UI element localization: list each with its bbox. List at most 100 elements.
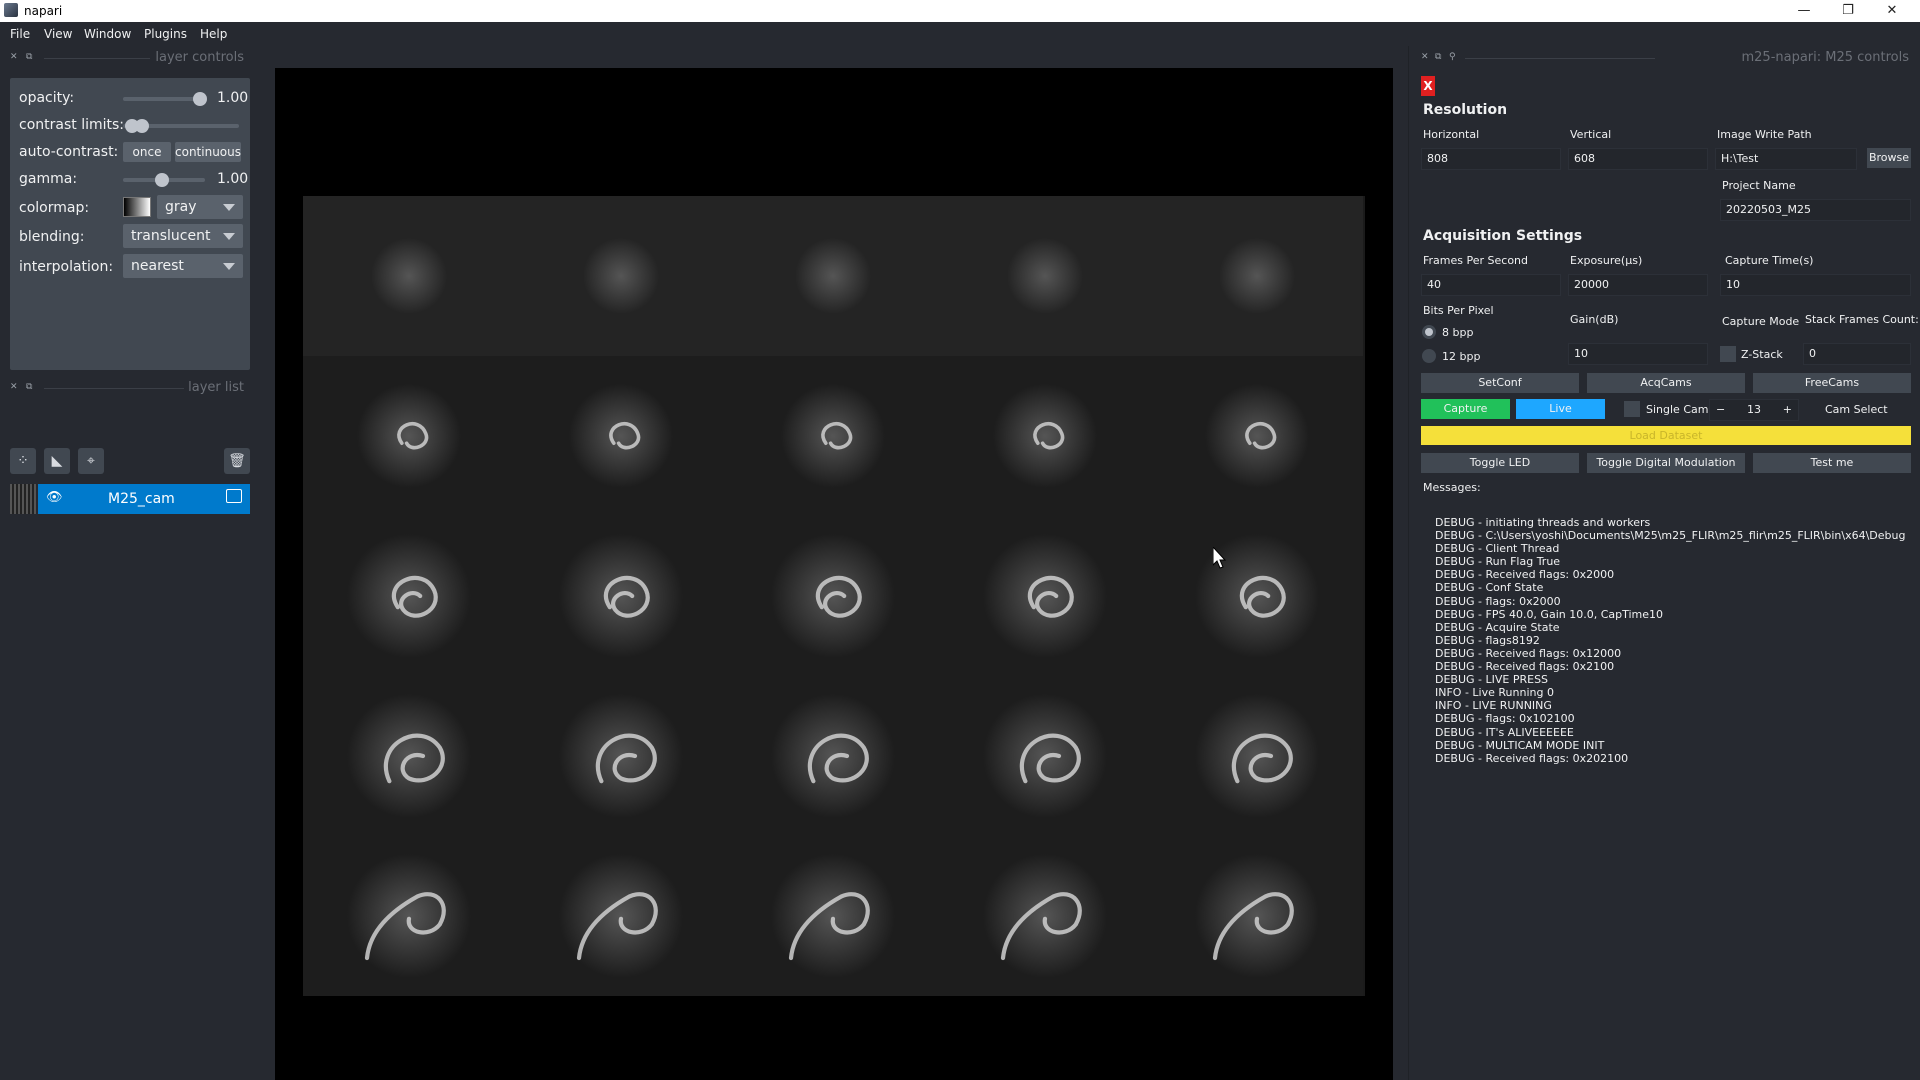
cam-select-value: 13 [1747, 403, 1761, 416]
menu-view[interactable]: View [44, 27, 72, 41]
interpolation-select[interactable]: nearest [123, 254, 243, 278]
menu-plugins[interactable]: Plugins [144, 27, 187, 41]
single-cam-checkbox[interactable] [1624, 401, 1640, 417]
zstack-label: Z-Stack [1741, 348, 1783, 361]
menu-file[interactable]: File [10, 27, 30, 41]
bpp12-label: 12 bpp [1442, 350, 1481, 363]
close-window-button[interactable]: ✕ [1870, 0, 1914, 22]
plus-icon[interactable]: + [1783, 400, 1792, 420]
gamma-slider-handle[interactable] [155, 173, 169, 187]
new-shapes-layer-icon[interactable]: ◣ [44, 448, 70, 474]
auto-contrast-once-button[interactable]: once [123, 142, 171, 162]
dock-float-icon[interactable]: ⧉ [1435, 52, 1441, 62]
load-dataset-button[interactable]: Load Dataset [1421, 426, 1911, 445]
frame-image [939, 836, 1151, 996]
layer-name: M25_cam [108, 491, 175, 507]
dock-settings-icon[interactable]: ⚲ [1449, 52, 1456, 62]
layer-row-selected: 👁 M25_cam [38, 484, 250, 514]
log-line: DEBUG - flags: 0x2000 [1435, 594, 1561, 608]
freecams-button[interactable]: FreeCams [1753, 373, 1911, 393]
log-line: INFO - LIVE RUNNING [1435, 699, 1552, 713]
interpolation-label: interpolation: [19, 259, 114, 275]
frame-image [727, 836, 939, 996]
colormap-select[interactable]: gray [157, 195, 243, 219]
bpp12-radio[interactable] [1422, 349, 1436, 363]
new-labels-layer-icon[interactable]: ⌖ [78, 448, 104, 474]
fps-label: Frames Per Second [1423, 254, 1529, 267]
capture-button[interactable]: Capture [1421, 399, 1510, 419]
live-button[interactable]: Live [1516, 399, 1605, 419]
dock-float-icon[interactable]: ⧉ [26, 382, 32, 392]
acquisition-settings-heading: Acquisition Settings [1423, 228, 1583, 244]
menu-help[interactable]: Help [200, 27, 227, 41]
bpp8-radio[interactable] [1422, 325, 1436, 339]
camera-frame-tile [727, 356, 939, 516]
contrast-limits-label: contrast limits: [19, 117, 124, 133]
auto-contrast-continuous-button[interactable]: continuous [175, 142, 241, 162]
viewer-canvas[interactable] [275, 68, 1393, 1080]
toggle-led-button[interactable]: Toggle LED [1421, 453, 1579, 473]
m25-controls-dock: ✕ ⧉ ⚲ m25-napari: M25 controls X Resolut… [1408, 46, 1920, 1080]
cam-select-label: Cam Select [1825, 403, 1888, 416]
dock-close-icon[interactable]: ✕ [10, 52, 18, 62]
blending-value: translucent [131, 228, 211, 244]
dock-close-icon[interactable]: ✕ [1421, 52, 1429, 62]
frame-image [727, 676, 939, 836]
acqcams-button[interactable]: AcqCams [1587, 373, 1745, 393]
m25-dock-header: ✕ ⧉ ⚲ m25-napari: M25 controls [1409, 50, 1919, 66]
new-points-layer-icon[interactable]: ⁘ [10, 448, 36, 474]
camera-frame-tile [1151, 356, 1363, 516]
gamma-value: 1.00 [217, 171, 249, 187]
browse-button[interactable]: Browse [1867, 148, 1911, 168]
visibility-eye-icon[interactable]: 👁 [46, 490, 63, 505]
stack-frames-input[interactable]: 0 [1803, 343, 1911, 365]
log-line: DEBUG - FPS 40.0, Gain 10.0, CapTime10 [1435, 607, 1664, 621]
setconf-button[interactable]: SetConf [1421, 373, 1579, 393]
test-me-button[interactable]: Test me [1753, 453, 1911, 473]
camera-frame-tile [303, 836, 515, 996]
log-line: DEBUG - Received flags: 0x2100 [1435, 660, 1615, 674]
delete-layer-icon[interactable]: 🗑 [224, 448, 250, 474]
log-line: DEBUG - Client Thread [1435, 542, 1560, 556]
project-name-input[interactable]: 20220503_M25 [1720, 199, 1911, 221]
log-line: DEBUG - flags: 0x102100 [1435, 712, 1575, 726]
camera-frame-tile [727, 676, 939, 836]
menu-window[interactable]: Window [84, 27, 131, 41]
capture-time-input[interactable]: 10 [1720, 274, 1911, 296]
frame-image [1151, 836, 1363, 996]
window-title-bar: napari — ❐ ✕ [0, 0, 1920, 22]
log-line: DEBUG - Run Flag True [1435, 555, 1561, 569]
camera-frame-tile [303, 676, 515, 836]
frame-image [515, 516, 727, 676]
gain-input[interactable]: 10 [1568, 343, 1708, 365]
cam-select-spinbox[interactable]: − 13 + [1709, 399, 1799, 421]
opacity-slider-handle[interactable] [193, 92, 207, 106]
minimize-button[interactable]: — [1782, 0, 1826, 22]
vertical-input[interactable]: 608 [1568, 148, 1708, 170]
layer-list-title: layer list [188, 380, 244, 395]
frame-image [1151, 516, 1363, 676]
frame-image [939, 196, 1151, 356]
messages-log: DEBUG - initiating threads and workers DE… [1435, 516, 1915, 765]
image-write-path-input[interactable]: H:\Test [1715, 148, 1857, 170]
contrast-max-handle[interactable] [135, 119, 149, 133]
capture-time-label: Capture Time(s) [1725, 254, 1814, 267]
frame-image [1151, 356, 1363, 516]
layer-row[interactable]: 👁 M25_cam [10, 484, 250, 514]
frame-image [303, 676, 515, 836]
colormap-label: colormap: [19, 200, 90, 216]
m25-close-button[interactable]: X [1421, 76, 1435, 96]
exposure-input[interactable]: 20000 [1568, 274, 1708, 296]
maximize-button[interactable]: ❐ [1826, 0, 1870, 22]
minus-icon[interactable]: − [1716, 400, 1725, 420]
camera-frame-tile [939, 356, 1151, 516]
zstack-checkbox[interactable] [1720, 346, 1736, 362]
vertical-label: Vertical [1570, 128, 1612, 141]
blending-select[interactable]: translucent [123, 224, 243, 248]
fps-input[interactable]: 40 [1421, 274, 1561, 296]
dock-float-icon[interactable]: ⧉ [26, 52, 32, 62]
toggle-digital-modulation-button[interactable]: Toggle Digital Modulation [1587, 453, 1745, 473]
camera-frame-tile [303, 516, 515, 676]
dock-close-icon[interactable]: ✕ [10, 382, 18, 392]
horizontal-input[interactable]: 808 [1421, 148, 1561, 170]
